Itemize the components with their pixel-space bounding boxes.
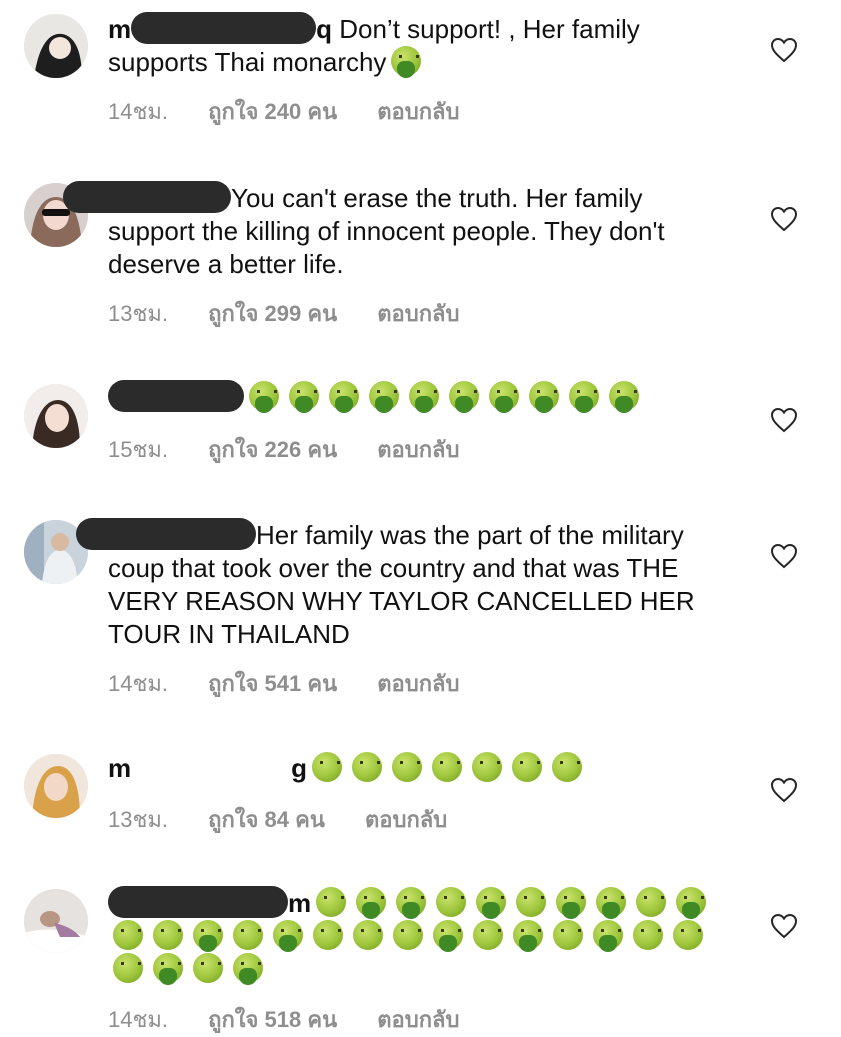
face-vomiting-icon — [153, 953, 183, 985]
nauseated-face-icon — [473, 920, 503, 950]
timestamp: 14ชม. — [108, 99, 169, 124]
comment-meta: 14ชม. ถูกใจ 240 คน ตอบกลับ — [108, 94, 459, 129]
comment-meta: 14ชม. ถูกใจ 541 คน ตอบกลับ — [108, 666, 459, 701]
face-vomiting-icon — [249, 381, 279, 413]
nauseated-face-icon — [153, 920, 183, 950]
nauseated-face-icon — [516, 887, 547, 917]
redacted-username — [131, 12, 317, 44]
heart-outline-icon[interactable] — [770, 206, 798, 232]
nauseated-face-icon — [512, 752, 543, 782]
nauseated-face-icon — [633, 920, 663, 950]
face-vomiting-icon — [513, 920, 543, 952]
comment-meta: 13ชม. ถูกใจ 84 คน ตอบกลับ — [108, 802, 447, 837]
nauseated-face-icon — [316, 887, 347, 917]
comment-text: m — [108, 886, 728, 986]
face-vomiting-icon — [449, 381, 479, 413]
redacted-username — [63, 181, 231, 213]
nauseated-face-icon — [636, 887, 667, 917]
nauseated-face-icon — [113, 953, 143, 983]
username[interactable]: mq — [108, 12, 332, 44]
timestamp: 15ชม. — [108, 437, 169, 462]
timestamp: 14ชม. — [108, 1007, 169, 1032]
nauseated-face-icon — [233, 920, 263, 950]
username[interactable]: m — [108, 886, 311, 918]
face-vomiting-icon — [289, 381, 319, 413]
face-vomiting-icon — [556, 887, 587, 919]
heart-outline-icon[interactable] — [770, 913, 798, 939]
comment-text: Her family was the part of the military … — [76, 518, 728, 651]
username[interactable]: mg — [108, 753, 307, 783]
nauseated-face-icon — [353, 920, 383, 950]
redacted-username — [108, 380, 244, 412]
face-vomiting-icon — [273, 920, 303, 952]
heart-outline-icon[interactable] — [770, 777, 798, 803]
nauseated-face-icon — [472, 752, 503, 782]
face-vomiting-icon — [369, 381, 399, 413]
face-vomiting-icon — [569, 381, 599, 413]
username[interactable] — [108, 380, 244, 412]
nauseated-face-icon — [113, 920, 143, 950]
timestamp: 13ชม. — [108, 301, 169, 326]
comment-text: mq Don’t support! , Her family supports … — [108, 12, 728, 79]
nauseated-face-icon — [352, 752, 383, 782]
timestamp: 13ชม. — [108, 807, 169, 832]
like-count[interactable]: ถูกใจ 84 คน — [208, 802, 325, 837]
username[interactable] — [76, 518, 256, 550]
face-vomiting-icon — [409, 381, 439, 413]
face-vomiting-icon — [676, 887, 707, 919]
face-vomiting-icon — [396, 887, 427, 919]
like-count[interactable]: ถูกใจ 541 คน — [208, 666, 337, 701]
like-count[interactable]: ถูกใจ 226 คน — [208, 432, 337, 467]
username[interactable] — [63, 181, 231, 213]
reply-button[interactable]: ตอบกลับ — [377, 666, 459, 701]
nauseated-face-icon — [312, 752, 343, 782]
face-vomiting-icon — [476, 887, 507, 919]
like-count[interactable]: ถูกใจ 518 คน — [208, 1002, 337, 1037]
face-vomiting-icon — [233, 953, 263, 985]
nauseated-face-icon — [193, 953, 223, 983]
timestamp: 14ชม. — [108, 671, 169, 696]
comment-text: mg — [108, 752, 728, 785]
comment-text: You can't erase the truth. Her family su… — [63, 181, 728, 281]
face-vomiting-icon — [193, 920, 223, 952]
nauseated-face-icon — [393, 920, 423, 950]
nauseated-face-icon — [392, 752, 423, 782]
reply-button[interactable]: ตอบกลับ — [377, 1002, 459, 1037]
face-vomiting-icon — [391, 46, 422, 78]
heart-outline-icon[interactable] — [770, 37, 798, 63]
face-vomiting-icon — [596, 887, 627, 919]
comment-meta: 15ชม. ถูกใจ 226 คน ตอบกลับ — [108, 432, 459, 467]
face-vomiting-icon — [593, 920, 623, 952]
avatar[interactable] — [24, 14, 88, 78]
avatar[interactable] — [24, 384, 88, 448]
nauseated-face-icon — [436, 887, 467, 917]
face-vomiting-icon — [489, 381, 519, 413]
like-count[interactable]: ถูกใจ 299 คน — [208, 296, 337, 331]
nauseated-face-icon — [673, 920, 703, 950]
avatar[interactable] — [24, 889, 88, 953]
heart-outline-icon[interactable] — [770, 407, 798, 433]
heart-outline-icon[interactable] — [770, 543, 798, 569]
comment-meta: 14ชม. ถูกใจ 518 คน ตอบกลับ — [108, 1002, 459, 1037]
face-vomiting-icon — [609, 381, 639, 413]
face-vomiting-icon — [529, 381, 559, 413]
redacted-username — [76, 518, 256, 550]
nauseated-face-icon — [553, 920, 583, 950]
redacted-username — [108, 886, 288, 918]
reply-button[interactable]: ตอบกลับ — [377, 296, 459, 331]
nauseated-face-icon — [552, 752, 583, 782]
face-vomiting-icon — [356, 887, 387, 919]
comment-meta: 13ชม. ถูกใจ 299 คน ตอบกลับ — [108, 296, 459, 331]
avatar[interactable] — [24, 754, 88, 818]
like-count[interactable]: ถูกใจ 240 คน — [208, 94, 337, 129]
reply-button[interactable]: ตอบกลับ — [377, 432, 459, 467]
nauseated-face-icon — [313, 920, 343, 950]
face-vomiting-icon — [329, 381, 359, 413]
nauseated-face-icon — [432, 752, 463, 782]
comment-text — [108, 380, 728, 414]
face-vomiting-icon — [433, 920, 463, 952]
reply-button[interactable]: ตอบกลับ — [365, 802, 447, 837]
reply-button[interactable]: ตอบกลับ — [377, 94, 459, 129]
